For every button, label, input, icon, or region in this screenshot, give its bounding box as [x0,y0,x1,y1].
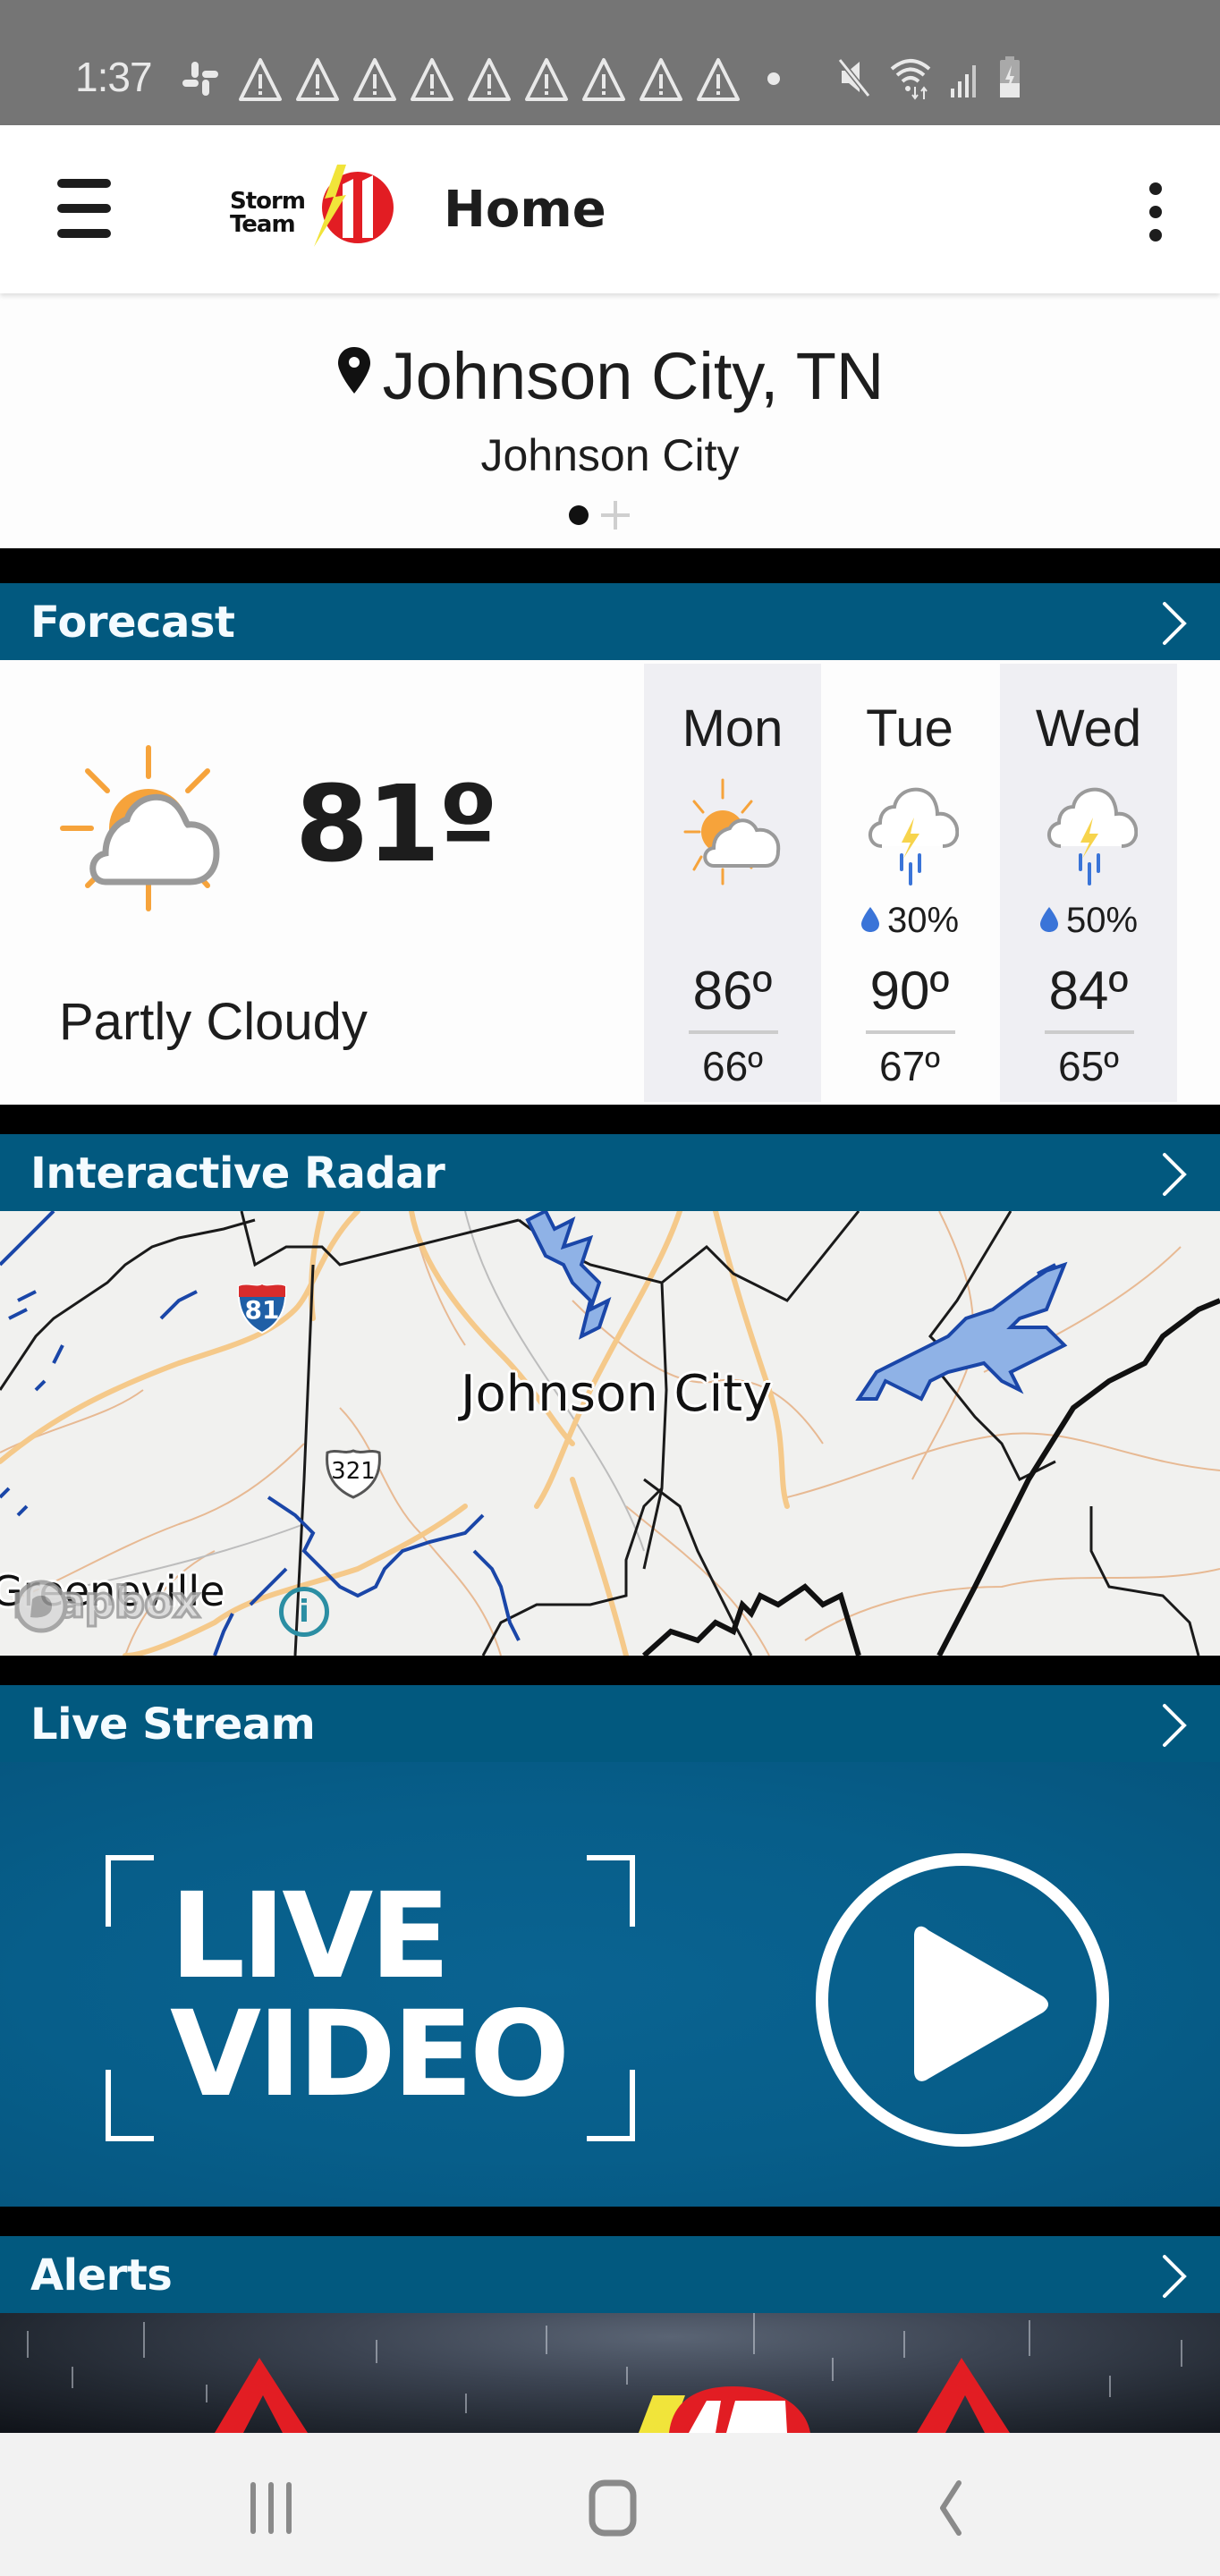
alerts-banner-image[interactable] [0,2313,1220,2433]
back-icon[interactable] [896,2472,1004,2544]
play-triangle-icon [914,1926,1048,2081]
wifi-icon [890,59,931,100]
chevron-right-icon[interactable] [1159,2254,1190,2299]
precip-chance: 30% [886,901,960,940]
hamburger-menu-icon[interactable] [43,177,123,242]
precip-chance-row: 30% [821,898,998,943]
temp-divider [866,1030,955,1034]
warning-icon [468,58,511,101]
us-route-number: 321 [331,1458,376,1485]
warning-icon [582,58,625,101]
frame-corner [587,2070,635,2141]
chevron-right-icon[interactable] [1159,1152,1190,1197]
thunderstorm-icon [868,787,959,886]
chevron-right-icon[interactable] [1159,601,1190,646]
thunderstorm-icon [1047,787,1138,886]
day-name: Wed [1035,699,1142,758]
forecast-day-tue[interactable]: Tue 30% 90º 67º [821,664,998,1102]
radar-map[interactable]: 81 321 Johnson City Greeneville mapbox i [0,1211,1220,1656]
warning-icon [411,58,453,101]
live-video-text-line1: LIVE [170,1868,451,2005]
more-vertical-icon[interactable] [1136,181,1175,243]
warning-triangle-left [215,2358,308,2433]
forecast-section-header[interactable]: Forecast [0,583,1220,660]
warning-triangle-right [917,2358,1010,2433]
mapbox-attribution[interactable]: mapbox [11,1577,202,1633]
warning-icon [353,58,396,101]
mapbox-logo-icon [14,1580,68,1633]
forecast-day-mon[interactable]: Mon 86º 66º [644,664,821,1102]
location-pager [569,501,630,530]
day-name: Mon [682,699,784,758]
location-pin-icon [337,347,370,394]
notification-icons [179,54,780,104]
live-stream-section-header[interactable]: Live Stream [0,1685,1220,1762]
interstate-number: 81 [244,1295,280,1325]
map-info-button[interactable]: i [279,1587,329,1637]
partly-cloudy-icon [60,745,220,911]
current-temperature: 81º [295,762,498,886]
live-stream-section-title: Live Stream [30,1699,316,1750]
plus-icon[interactable] [601,501,630,530]
notification-dot [767,72,780,85]
raindrop-icon [860,907,879,933]
alerts-section-header[interactable]: Alerts [0,2236,1220,2313]
warning-icon [296,58,339,101]
app-bar: Storm Team Home [0,125,1220,293]
partly-cloudy-icon [683,778,781,886]
forecast-panel[interactable]: 81º Partly Cloudy Mon 86º 66º Tue 30% 90… [0,660,1220,1105]
home-icon[interactable] [558,2472,665,2544]
live-video-thumbnail[interactable]: LIVE VIDEO [0,1762,1220,2207]
temp-divider [689,1030,778,1034]
alert-graphics [215,2358,1010,2433]
status-time: 1:37 [75,54,153,100]
precip-chance: 50% [1065,901,1139,940]
warning-icon [525,58,568,101]
current-condition: Partly Cloudy [59,993,368,1051]
low-temp: 66º [702,1043,763,1089]
live-video-text-line2: VIDEO [170,1986,570,2123]
frame-corner [106,2070,154,2141]
frame-corner [587,1855,635,1927]
system-icons [836,52,1022,102]
pager-dot-active[interactable] [569,505,589,525]
status-bar: 1:37 [0,0,1220,125]
recents-icon[interactable] [217,2472,325,2544]
system-navigation-bar [0,2433,1220,2576]
forecast-day-wed[interactable]: Wed 50% 84º 65º [1000,664,1177,1102]
page-title: Home [444,181,606,239]
location-title: Johnson City, TN [382,339,885,413]
low-temp: 65º [1058,1043,1119,1089]
storm-team-11-logo: Storm Team [228,152,407,259]
warning-icon [697,58,740,101]
slack-icon [182,62,218,96]
warning-icon [640,58,682,101]
high-temp: 84º [1048,961,1129,1021]
precip-chance-row: 50% [1000,898,1177,943]
low-temp: 67º [879,1043,940,1089]
signal-icon [951,65,976,97]
warning-icon [239,58,282,101]
chevron-right-icon[interactable] [1159,1703,1190,1748]
frame-corner [106,1855,154,1927]
high-temp: 86º [692,961,773,1021]
location-header[interactable]: Johnson City, TN Johnson City [0,293,1220,548]
location-subtitle: Johnson City [480,430,740,480]
battery-charging-icon [1000,56,1020,97]
alerts-section-title: Alerts [30,2250,173,2301]
map-label-city: Johnson City [461,1365,773,1423]
day-name: Tue [866,699,953,758]
radar-section-header[interactable]: Interactive Radar [0,1134,1220,1211]
forecast-section-title: Forecast [30,597,235,648]
temp-divider [1045,1030,1134,1034]
radar-section-title: Interactive Radar [30,1148,445,1199]
mute-icon [837,58,871,97]
logo-text: Storm Team [230,188,306,238]
raindrop-icon [1039,907,1058,933]
location-title-row: Johnson City, TN [0,336,1220,417]
high-temp: 90º [869,961,950,1021]
